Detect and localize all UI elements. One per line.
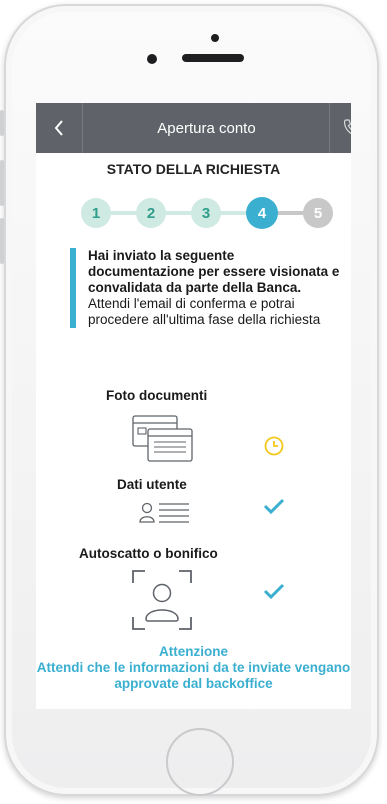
navigation-bar: Apertura conto (36, 103, 351, 153)
info-message: Hai inviato la seguente documentazione p… (70, 248, 340, 328)
step-2: 2 (136, 198, 166, 228)
clock-icon (264, 436, 284, 461)
checkmark-icon (262, 582, 286, 605)
attention-notice: Attenzione Attendi che le informazioni d… (36, 644, 351, 692)
chevron-left-icon (54, 120, 63, 136)
section-title-documents: Foto documenti (106, 388, 208, 403)
section-title-user-data: Dati utente (117, 477, 187, 492)
mute-switch (0, 110, 4, 136)
earpiece-speaker (182, 54, 244, 62)
back-button[interactable] (36, 103, 83, 153)
step-4-current: 4 (246, 197, 278, 229)
volume-down-button (0, 218, 4, 264)
progress-stepper: 1 2 3 4 5 (81, 197, 336, 229)
front-camera (147, 54, 157, 64)
call-button[interactable] (329, 103, 351, 153)
step-3: 3 (191, 198, 221, 228)
attention-title: Attenzione (159, 644, 228, 659)
proximity-sensor (211, 34, 219, 42)
home-button[interactable] (166, 728, 234, 796)
step-5: 5 (303, 198, 333, 228)
info-message-bold: Hai inviato la seguente documentazione p… (88, 248, 340, 295)
page-title: Apertura conto (157, 119, 256, 137)
selfie-icon (131, 569, 193, 636)
phone-icon (343, 119, 351, 135)
section-title-selfie: Autoscatto o bonifico (79, 546, 218, 561)
status-heading: STATO DELLA RICHIESTA (106, 161, 281, 177)
step-1: 1 (81, 198, 111, 228)
checkmark-icon (262, 497, 286, 520)
user-data-icon (139, 500, 191, 533)
info-message-detail: Attendi l'email di conferma e potrai pro… (88, 296, 321, 327)
stepper-line-done (96, 211, 261, 215)
documents-icon (132, 415, 194, 468)
app-screen: Apertura conto STATO DELLA RICHIESTA 1 2… (36, 103, 351, 709)
volume-up-button (0, 160, 4, 206)
attention-text: Attendi che le informazioni da te inviat… (36, 660, 351, 691)
